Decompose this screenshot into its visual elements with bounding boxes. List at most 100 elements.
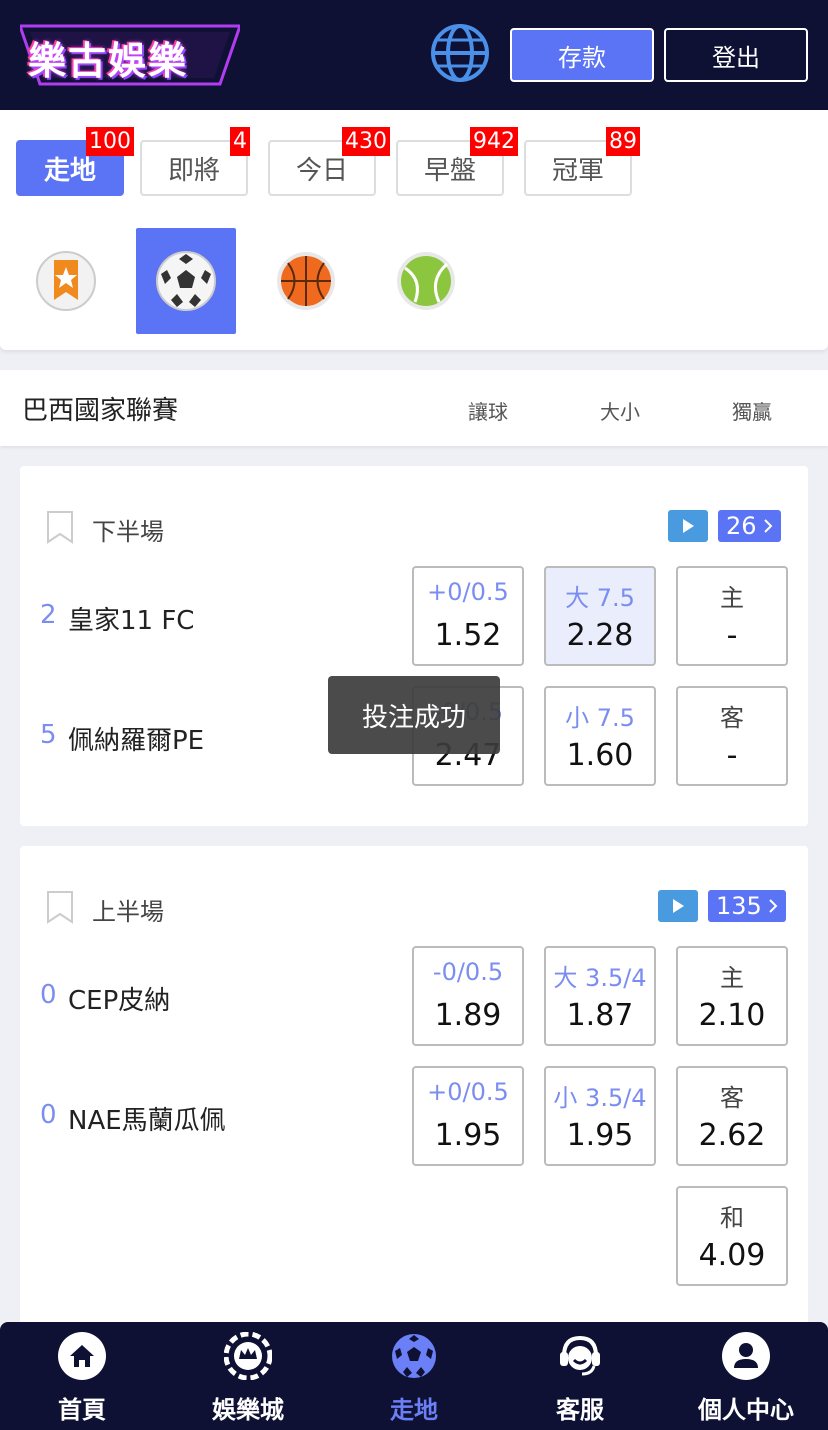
nav-casino[interactable]: 娛樂城 bbox=[178, 1330, 318, 1426]
odds-line: 小 3.5/4 bbox=[553, 1084, 647, 1112]
home-team-name: CEP皮納 bbox=[68, 986, 171, 1016]
odds-line: 客 bbox=[720, 1084, 744, 1112]
tennis-ball-icon bbox=[397, 252, 455, 310]
language-globe-icon[interactable] bbox=[430, 23, 490, 83]
sport-soccer[interactable] bbox=[136, 228, 236, 334]
home-score: 0 bbox=[40, 980, 57, 1010]
tab-upcoming-count-badge: 4 bbox=[230, 127, 250, 156]
away-score: 0 bbox=[40, 1100, 57, 1130]
play-icon bbox=[683, 519, 694, 533]
odds-value: - bbox=[726, 618, 738, 653]
odds-under[interactable]: 小 3.5/4 1.95 bbox=[544, 1066, 656, 1166]
odds-under[interactable]: 小 7.5 1.60 bbox=[544, 686, 656, 786]
nav-label: 走地 bbox=[390, 1396, 438, 1424]
nav-label: 娛樂城 bbox=[212, 1396, 284, 1424]
brand-logo[interactable]: 樂古娛樂 bbox=[17, 22, 243, 88]
sport-favorites[interactable] bbox=[16, 228, 116, 334]
logo-text: 樂古娛樂 bbox=[28, 39, 189, 83]
bet-success-toast: 投注成功 bbox=[328, 676, 500, 754]
odds-win-away[interactable]: 客 2.62 bbox=[676, 1066, 788, 1166]
sport-tennis[interactable] bbox=[376, 228, 476, 334]
away-team-name: 佩納羅爾PE bbox=[68, 726, 205, 756]
nav-label: 首頁 bbox=[58, 1396, 106, 1424]
logout-button[interactable]: 登出 bbox=[664, 28, 808, 82]
nav-home[interactable]: 首頁 bbox=[12, 1330, 152, 1426]
odds-win-home[interactable]: 主 - bbox=[676, 566, 788, 666]
league-name: 巴西國家聯賽 bbox=[22, 396, 179, 426]
odds-over[interactable]: 大 7.5 2.28 bbox=[544, 566, 656, 666]
more-markets-count: 26 bbox=[726, 512, 757, 540]
odds-win-away[interactable]: 客 - bbox=[676, 686, 788, 786]
chevron-right-icon bbox=[769, 899, 778, 913]
deposit-button[interactable]: 存款 bbox=[510, 28, 654, 82]
live-video-button[interactable] bbox=[658, 890, 698, 922]
odds-line: -0/0.5 bbox=[432, 958, 504, 986]
tab-outright-count-badge: 89 bbox=[606, 127, 640, 156]
odds-value: - bbox=[726, 738, 738, 773]
home-score: 2 bbox=[40, 600, 57, 630]
odds-value: 1.95 bbox=[434, 1118, 502, 1153]
odds-handicap-away[interactable]: +0/0.5 1.95 bbox=[412, 1066, 524, 1166]
tab-today-count-badge: 430 bbox=[342, 127, 390, 156]
odds-value: 1.60 bbox=[566, 738, 634, 773]
bottom-nav: 首頁 娛樂城 走地 客服 個人中心 bbox=[0, 1322, 828, 1430]
nav-live[interactable]: 走地 bbox=[344, 1330, 484, 1426]
filter-panel: 走地 100 即將 4 今日 430 早盤 942 冠軍 89 bbox=[0, 110, 828, 350]
tab-early-count-badge: 942 bbox=[470, 127, 518, 156]
away-team-name: NAE馬蘭瓜佩 bbox=[68, 1106, 226, 1136]
league-header[interactable]: 巴西國家聯賽 讓球 大小 獨贏 bbox=[0, 370, 828, 446]
more-markets-button[interactable]: 135 bbox=[708, 890, 786, 922]
soccer-ball-icon bbox=[392, 1334, 436, 1378]
nav-support[interactable]: 客服 bbox=[510, 1330, 650, 1426]
match-period: 下半場 bbox=[92, 518, 164, 546]
match-card: 上半場 135 0 CEP皮納 0 NAE馬蘭瓜佩 -0/0.5 1.89 大 … bbox=[20, 846, 808, 1326]
app-header: 樂古娛樂 存款 登出 bbox=[0, 0, 828, 110]
match-period: 上半場 bbox=[92, 898, 164, 926]
nav-label: 個人中心 bbox=[698, 1396, 794, 1424]
odds-line: +0/0.5 bbox=[427, 1078, 509, 1106]
odds-line: +0/0.5 bbox=[427, 578, 509, 606]
col-winner: 獨贏 bbox=[732, 400, 772, 424]
odds-value: 1.52 bbox=[434, 618, 502, 653]
odds-line: 小 7.5 bbox=[565, 704, 635, 732]
odds-handicap-home[interactable]: -0/0.5 1.89 bbox=[412, 946, 524, 1046]
odds-line: 客 bbox=[720, 704, 744, 732]
customer-service-icon bbox=[560, 1335, 600, 1376]
odds-line: 主 bbox=[720, 964, 744, 992]
col-handicap: 讓球 bbox=[468, 400, 508, 424]
odds-draw[interactable]: 和 4.09 bbox=[676, 1186, 788, 1286]
odds-line: 和 bbox=[720, 1204, 744, 1232]
odds-over[interactable]: 大 3.5/4 1.87 bbox=[544, 946, 656, 1046]
col-overunder: 大小 bbox=[600, 400, 640, 424]
basketball-icon bbox=[277, 252, 335, 310]
home-icon bbox=[58, 1332, 106, 1380]
play-icon bbox=[673, 899, 684, 913]
odds-value: 2.10 bbox=[698, 998, 766, 1033]
away-score: 5 bbox=[40, 720, 57, 750]
chevron-right-icon bbox=[763, 519, 772, 533]
odds-value: 1.87 bbox=[566, 998, 634, 1033]
odds-value: 4.09 bbox=[698, 1238, 766, 1273]
home-team-name: 皇家11 FC bbox=[68, 606, 195, 636]
odds-value: 1.89 bbox=[434, 998, 502, 1033]
casino-chip-icon bbox=[224, 1332, 272, 1380]
nav-label: 客服 bbox=[556, 1396, 604, 1424]
odds-line: 大 3.5/4 bbox=[553, 964, 647, 992]
odds-value: 2.62 bbox=[698, 1118, 766, 1153]
more-markets-count: 135 bbox=[716, 892, 762, 920]
favorites-star-icon bbox=[36, 251, 96, 311]
more-markets-button[interactable]: 26 bbox=[718, 510, 781, 542]
user-icon bbox=[722, 1332, 770, 1380]
nav-profile[interactable]: 個人中心 bbox=[676, 1330, 816, 1426]
bookmark-icon[interactable] bbox=[46, 890, 74, 924]
bookmark-icon[interactable] bbox=[46, 510, 74, 544]
tab-live-count-badge: 100 bbox=[86, 127, 134, 156]
odds-line: 大 7.5 bbox=[565, 584, 635, 612]
live-video-button[interactable] bbox=[668, 510, 708, 542]
odds-value: 2.28 bbox=[566, 618, 634, 653]
odds-value: 1.95 bbox=[566, 1118, 634, 1153]
match-card: 下半場 26 2 皇家11 FC 5 佩納羅爾PE +0/0.5 1.52 大 … bbox=[20, 466, 808, 826]
odds-handicap-home[interactable]: +0/0.5 1.52 bbox=[412, 566, 524, 666]
sport-basketball[interactable] bbox=[256, 228, 356, 334]
odds-win-home[interactable]: 主 2.10 bbox=[676, 946, 788, 1046]
